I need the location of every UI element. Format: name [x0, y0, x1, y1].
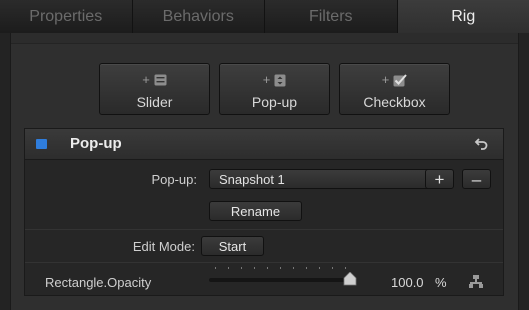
add-checkbox-button[interactable]: + Checkbox [339, 63, 450, 115]
tab-rig[interactable]: Rig [397, 0, 529, 33]
checkbox-widget-icon: + [340, 73, 449, 87]
tab-properties[interactable]: Properties [0, 0, 133, 33]
slider-tick [345, 267, 346, 269]
tab-filters[interactable]: Filters [265, 0, 398, 33]
popup-widget-icon: + [220, 73, 329, 87]
widget-header[interactable]: Pop-up [25, 129, 503, 160]
add-slider-button[interactable]: + Slider [99, 63, 210, 115]
opacity-slider-thumb[interactable] [343, 272, 357, 286]
add-popup-button[interactable]: + Pop-up [219, 63, 330, 115]
slider-tick [319, 267, 320, 269]
popup-selected-value: Snapshot 1 [219, 172, 285, 187]
slider-tick [293, 267, 294, 269]
snapshot-popup-menu[interactable]: Snapshot 1 ▲▼ [209, 169, 441, 189]
popup-field-label: Pop-up: [151, 172, 197, 187]
add-snapshot-button[interactable]: + [425, 169, 454, 189]
row-separator [25, 229, 503, 230]
add-checkbox-label: Checkbox [363, 94, 426, 110]
publish-parameter-icon[interactable] [468, 274, 484, 290]
panel-top-strip [11, 33, 518, 44]
widget-color-swatch [36, 139, 47, 149]
inspector-tab-bar: Properties Behaviors Filters Rig [0, 0, 529, 33]
opacity-slider-track[interactable] [209, 278, 354, 282]
slider-tick [228, 267, 229, 269]
rename-button[interactable]: Rename [209, 201, 302, 221]
slider-tick [306, 267, 307, 269]
slider-widget-icon: + [100, 73, 209, 87]
slider-tick [254, 267, 255, 269]
tab-behaviors[interactable]: Behaviors [132, 0, 265, 33]
slider-tick [267, 267, 268, 269]
opacity-unit: % [435, 275, 447, 290]
edit-mode-label: Edit Mode: [132, 239, 195, 254]
reset-icon[interactable] [473, 135, 491, 153]
add-slider-label: Slider [136, 94, 173, 110]
add-popup-label: Pop-up [251, 94, 298, 110]
widget-title: Pop-up [70, 135, 122, 152]
popup-widget-panel: Pop-up Pop-up: Snapshot 1 ▲▼ + – Rename … [24, 128, 504, 296]
slider-ticks [215, 267, 350, 271]
parameter-label: Rectangle.Opacity [45, 275, 152, 290]
start-button[interactable]: Start [201, 236, 264, 256]
row-separator [25, 262, 503, 263]
slider-tick [280, 267, 281, 269]
slider-tick [241, 267, 242, 269]
remove-snapshot-button[interactable]: – [462, 169, 491, 189]
slider-tick [215, 267, 216, 269]
slider-tick [332, 267, 333, 269]
opacity-value[interactable]: 100.0 [391, 275, 424, 290]
